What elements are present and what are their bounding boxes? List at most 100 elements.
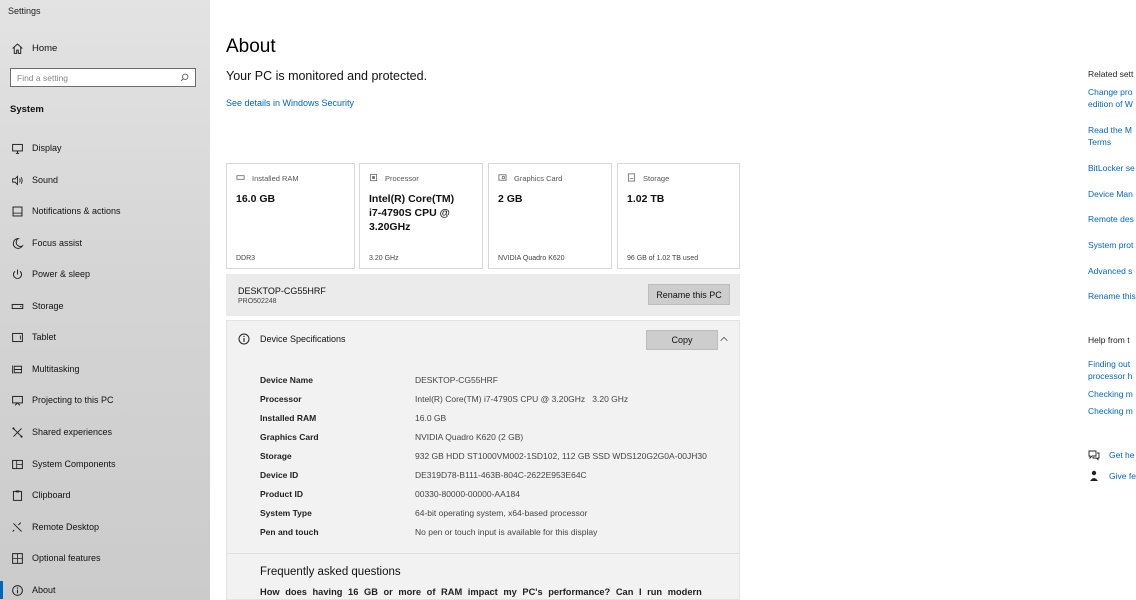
sidebar-item-notifications[interactable]: Notifications & actions bbox=[10, 204, 121, 218]
sidebar-item-power-sleep[interactable]: Power & sleep bbox=[10, 267, 90, 281]
chevron-up-icon[interactable] bbox=[718, 333, 730, 345]
pc-model: PRO502248 bbox=[238, 298, 277, 305]
processor-icon bbox=[369, 173, 379, 183]
help-link-checking-1[interactable]: Checking m bbox=[1088, 388, 1133, 400]
sidebar-item-label: Remote Desktop bbox=[32, 522, 100, 532]
protection-status: Your PC is monitored and protected. bbox=[226, 69, 428, 83]
give-feedback-link[interactable]: Give fe bbox=[1109, 470, 1136, 482]
card-label: Graphics Card bbox=[514, 173, 563, 183]
related-link-change-product-2[interactable]: edition of W bbox=[1088, 98, 1133, 110]
help-link-checking-2[interactable]: Checking m bbox=[1088, 405, 1133, 417]
clipboard-icon bbox=[10, 488, 24, 502]
sidebar-item-label: Focus assist bbox=[32, 238, 83, 248]
spec-row-device-id: Device ID DE319D78-B111-463B-804C-2622E95… bbox=[260, 470, 730, 482]
home-nav-item[interactable]: Home bbox=[10, 41, 57, 55]
optional-features-icon bbox=[10, 551, 24, 565]
card-sub: 96 GB of 1.02 TB used bbox=[627, 255, 699, 262]
related-link-advanced-settings[interactable]: Advanced s bbox=[1088, 265, 1132, 277]
ram-icon bbox=[236, 173, 246, 183]
spec-row-system-type: System Type 64-bit operating system, x64-… bbox=[260, 508, 730, 520]
pc-name-bar: DESKTOP-CG55HRF PRO502248 Rename this PC bbox=[226, 274, 740, 316]
get-help-link[interactable]: Get he bbox=[1109, 449, 1135, 461]
windows-security-link[interactable]: See details in Windows Security bbox=[226, 98, 354, 108]
help-link-finding-out[interactable]: Finding out bbox=[1088, 358, 1130, 370]
spec-row-graphics-card: Graphics Card NVIDIA Quadro K620 (2 GB) bbox=[260, 432, 730, 444]
page-title: About bbox=[226, 36, 276, 57]
sidebar-item-storage[interactable]: Storage bbox=[10, 299, 64, 313]
feedback-icon bbox=[1088, 469, 1100, 481]
related-link-remote-desktop[interactable]: Remote des bbox=[1088, 213, 1134, 225]
sidebar-item-projecting[interactable]: Projecting to this PC bbox=[10, 393, 114, 407]
related-link-read-terms-2[interactable]: Terms bbox=[1088, 136, 1111, 148]
sidebar-item-label: Shared experiences bbox=[32, 427, 113, 437]
related-link-system-protection[interactable]: System prot bbox=[1088, 239, 1133, 251]
spec-key: Device ID bbox=[260, 470, 299, 480]
copy-button[interactable]: Copy bbox=[646, 330, 718, 350]
sidebar-item-shared-experiences[interactable]: Shared experiences bbox=[10, 425, 112, 439]
card-sub: 3.20 GHz bbox=[369, 255, 399, 262]
spec-key: Processor bbox=[260, 394, 302, 404]
spec-value: NVIDIA Quadro K620 (2 GB) bbox=[415, 432, 524, 442]
related-settings-heading: Related sett bbox=[1088, 69, 1134, 79]
related-link-change-product[interactable]: Change pro bbox=[1088, 86, 1132, 98]
spec-key: Product ID bbox=[260, 489, 303, 499]
sidebar-item-label: About bbox=[32, 585, 56, 595]
spec-row-processor: Processor Intel(R) Core(TM) i7-4790S CPU … bbox=[260, 394, 730, 406]
sidebar-item-multitasking[interactable]: Multitasking bbox=[10, 362, 80, 376]
remote-desktop-icon bbox=[10, 520, 24, 534]
card-installed-ram: Installed RAM 16.0 GB DDR3 bbox=[226, 163, 355, 269]
spec-value: DESKTOP-CG55HRF bbox=[415, 375, 498, 385]
home-icon bbox=[10, 41, 24, 55]
sidebar-item-about[interactable]: About bbox=[0, 581, 56, 599]
window-title: Settings bbox=[8, 6, 41, 16]
spec-row-device-name: Device Name DESKTOP-CG55HRF bbox=[260, 375, 730, 387]
sidebar-item-optional-features[interactable]: Optional features bbox=[10, 551, 101, 565]
sidebar-item-tablet[interactable]: Tablet bbox=[10, 330, 56, 344]
faq-title: Frequently asked questions bbox=[260, 566, 401, 578]
card-value: 2 GB bbox=[498, 193, 523, 205]
spec-row-product-id: Product ID 00330-80000-00000-AA184 bbox=[260, 489, 730, 501]
search-input[interactable] bbox=[17, 72, 180, 83]
section-label: System bbox=[10, 104, 44, 115]
sidebar-item-display[interactable]: Display bbox=[10, 141, 62, 155]
display-icon bbox=[10, 141, 24, 155]
multitasking-icon bbox=[10, 362, 24, 376]
storage-icon bbox=[10, 299, 24, 313]
help-heading: Help from t bbox=[1088, 335, 1130, 345]
spec-value: Intel(R) Core(TM) i7-4790S CPU @ 3.20GHz… bbox=[415, 394, 629, 404]
spec-value: No pen or touch input is available for t… bbox=[415, 527, 598, 537]
card-label: Installed RAM bbox=[252, 173, 299, 183]
specs-header[interactable]: Device Specifications bbox=[238, 333, 346, 345]
sidebar-item-focus-assist[interactable]: Focus assist bbox=[10, 236, 82, 250]
sidebar-item-label: Optional features bbox=[32, 553, 101, 563]
sidebar-item-label: Notifications & actions bbox=[32, 206, 121, 216]
get-help-icon bbox=[1088, 448, 1100, 461]
card-processor: Processor Intel(R) Core(TM) i7-4790S CPU… bbox=[359, 163, 483, 269]
sidebar-item-sound[interactable]: Sound bbox=[10, 173, 58, 187]
card-label: Processor bbox=[385, 173, 419, 183]
sidebar-item-clipboard[interactable]: Clipboard bbox=[10, 488, 71, 502]
spec-value: 16.0 GB bbox=[415, 413, 447, 423]
power-icon bbox=[10, 267, 24, 281]
sidebar-item-label: Projecting to this PC bbox=[32, 395, 114, 405]
search-box[interactable] bbox=[10, 68, 196, 87]
search-icon[interactable] bbox=[180, 69, 189, 87]
related-link-device-manager[interactable]: Device Man bbox=[1088, 188, 1133, 200]
home-label: Home bbox=[32, 42, 58, 54]
info-icon bbox=[238, 333, 250, 345]
sidebar-item-system-components[interactable]: System Components bbox=[10, 457, 116, 471]
tablet-icon bbox=[10, 330, 24, 344]
related-link-bitlocker[interactable]: BitLocker se bbox=[1088, 162, 1135, 174]
help-link-finding-out-2[interactable]: processor h bbox=[1088, 370, 1132, 382]
card-label: Storage bbox=[643, 173, 670, 183]
spec-value: DE319D78-B111-463B-804C-2622E953E64C bbox=[415, 470, 587, 480]
related-link-read-terms[interactable]: Read the M bbox=[1088, 124, 1132, 136]
pc-name: DESKTOP-CG55HRF bbox=[238, 286, 326, 296]
sidebar-item-remote-desktop[interactable]: Remote Desktop bbox=[10, 520, 99, 534]
rename-pc-button[interactable]: Rename this PC bbox=[648, 284, 730, 305]
spec-value: 64-bit operating system, x64-based proce… bbox=[415, 508, 588, 518]
faq-question[interactable]: How does having 16 GB or more of RAM imp… bbox=[260, 587, 702, 597]
sidebar-item-label: Power & sleep bbox=[32, 269, 91, 279]
spec-value: 932 GB HDD ST1000VM002-1SD102, 112 GB SS… bbox=[415, 451, 707, 461]
related-link-rename-pc[interactable]: Rename this bbox=[1088, 290, 1136, 302]
